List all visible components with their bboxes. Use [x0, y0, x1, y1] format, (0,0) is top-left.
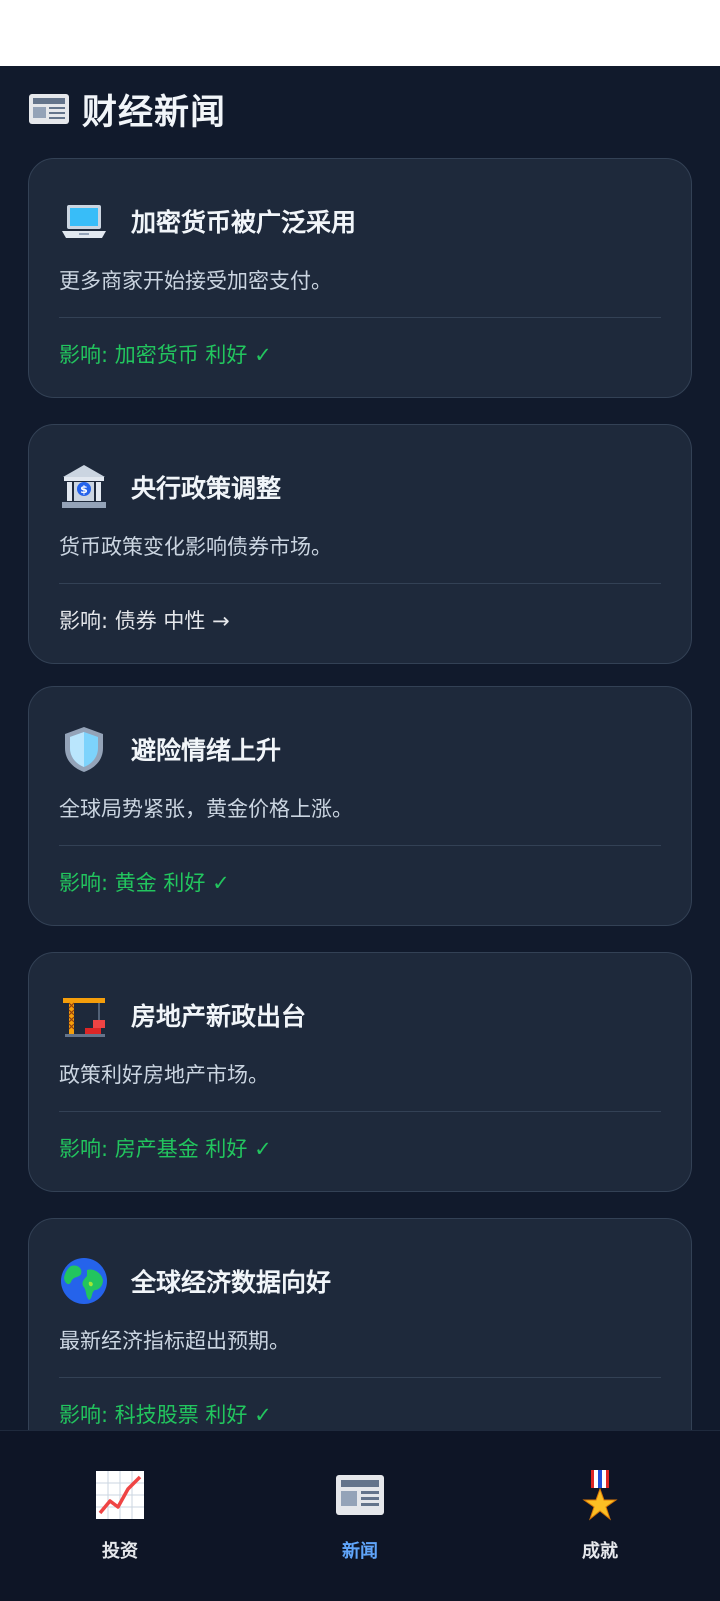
news-description: 最新经济指标超出预期。 — [59, 1329, 290, 1353]
news-card[interactable]: 全球经济数据向好 最新经济指标超出预期。 影响: 科技股票 利好 ✓ — [28, 1218, 692, 1430]
svg-text:$: $ — [80, 483, 88, 496]
bank-icon: $ — [62, 465, 106, 508]
news-impact: 影响: 房产基金 利好 ✓ — [59, 1137, 272, 1161]
page-header: 财经新闻 — [28, 84, 226, 134]
news-card-header: 避险情绪上升 — [59, 723, 281, 775]
news-card-header: $ 央行政策调整 — [59, 461, 281, 513]
news-title: 房地产新政出台 — [131, 1002, 307, 1031]
nav-tab-achievements[interactable]: 成就 — [480, 1431, 720, 1601]
news-description: 全球局势紧张，黄金价格上涨。 — [59, 797, 353, 821]
news-card[interactable]: 房地产新政出台 政策利好房地产市场。 影响: 房产基金 利好 ✓ — [28, 952, 692, 1192]
divider — [59, 583, 661, 584]
crane-icon — [63, 998, 105, 1037]
news-card[interactable]: 避险情绪上升 全球局势紧张，黄金价格上涨。 影响: 黄金 利好 ✓ — [28, 686, 692, 926]
news-title: 加密货币被广泛采用 — [131, 208, 357, 237]
nav-tab-invest[interactable]: 投资 — [0, 1431, 240, 1601]
newspaper-icon — [29, 94, 69, 124]
news-impact: 影响: 加密货币 利好 ✓ — [59, 343, 272, 367]
news-card[interactable]: 加密货币被广泛采用 更多商家开始接受加密支付。 影响: 加密货币 利好 ✓ — [28, 158, 692, 398]
news-card-header: 房地产新政出台 — [59, 989, 306, 1041]
nav-label: 投资 — [102, 1541, 138, 1562]
shield-icon — [65, 727, 103, 772]
news-card[interactable]: $ 央行政策调整 货币政策变化影响债券市场。 影响: 债券 中性 → — [28, 424, 692, 664]
news-impact: 影响: 黄金 利好 ✓ — [59, 871, 230, 895]
chart-up-icon — [96, 1471, 144, 1519]
news-description: 货币政策变化影响债券市场。 — [59, 535, 332, 559]
news-title: 央行政策调整 — [131, 474, 282, 503]
nav-label: 成就 — [582, 1541, 618, 1562]
news-card-header: 加密货币被广泛采用 — [59, 195, 356, 247]
news-impact: 影响: 科技股票 利好 ✓ — [59, 1403, 272, 1427]
news-description: 政策利好房地产市场。 — [59, 1063, 269, 1087]
medal-icon — [582, 1470, 618, 1521]
status-bar — [0, 0, 720, 66]
divider — [59, 845, 661, 846]
divider — [59, 317, 661, 318]
news-description: 更多商家开始接受加密支付。 — [59, 269, 332, 293]
news-card-header: 全球经济数据向好 — [59, 1255, 331, 1307]
nav-label: 新闻 — [342, 1541, 378, 1562]
divider — [59, 1377, 661, 1378]
nav-tab-news[interactable]: 新闻 — [240, 1431, 480, 1601]
globe-icon — [61, 1258, 107, 1304]
news-title: 全球经济数据向好 — [131, 1268, 332, 1297]
newspaper-icon — [336, 1475, 384, 1515]
news-impact: 影响: 债券 中性 → — [59, 609, 230, 633]
divider — [59, 1111, 661, 1112]
news-page: 财经新闻 加密货币被广泛采用 更多商家开始接受加密支付。 影响: 加密货币 利好… — [0, 66, 720, 1430]
laptop-icon — [62, 205, 106, 238]
bottom-nav: 投资 新闻 成就 — [0, 1430, 720, 1601]
news-title: 避险情绪上升 — [131, 736, 282, 765]
page-title: 财经新闻 — [82, 92, 227, 133]
